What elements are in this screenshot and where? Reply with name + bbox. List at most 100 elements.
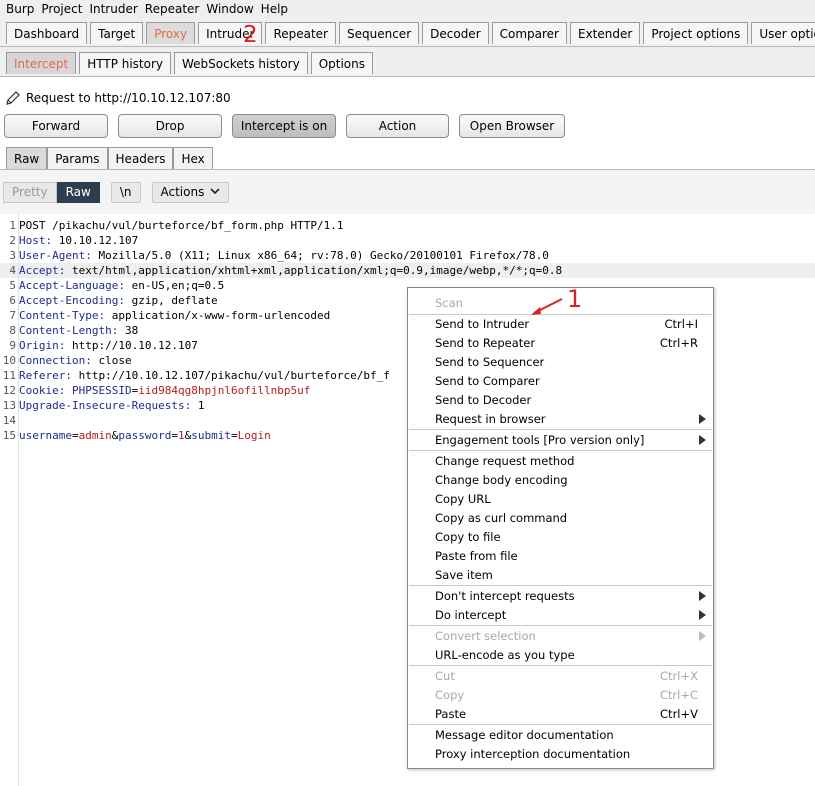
menu-item-url-encode[interactable]: URL-encode as you type [409, 645, 712, 664]
menu-project[interactable]: Project [41, 2, 82, 16]
tab-options[interactable]: Options [310, 52, 373, 74]
context-menu: Scan Send to Intruder Ctrl+I Send to Repe… [407, 287, 714, 769]
raw-button[interactable]: Raw [56, 181, 100, 203]
line-number: 5 [9, 279, 16, 292]
tab-decoder[interactable]: Decoder [422, 22, 489, 44]
header-value: 38 [118, 324, 139, 337]
tab-raw[interactable]: Raw [6, 147, 48, 169]
menu-help[interactable]: Help [261, 2, 288, 16]
menu-item-convert-selection[interactable]: Convert selection [409, 626, 712, 645]
menu-intruder[interactable]: Intruder [89, 2, 137, 16]
actions-dropdown[interactable]: Actions [151, 181, 230, 203]
line-number: 7 [9, 309, 16, 322]
header-value: http://10.10.12.107 [65, 339, 198, 352]
chevron-down-icon [210, 187, 220, 198]
request-info-row: Request to http://10.10.12.107:80 [0, 86, 815, 110]
main-tab-bar: Dashboard Target Proxy Intruder Repeater… [0, 17, 815, 47]
header-name: Connection [19, 354, 86, 367]
submenu-arrow-icon [699, 590, 706, 601]
submenu-arrow-icon [699, 630, 706, 641]
tab-comparer[interactable]: Comparer [491, 22, 567, 44]
tab-user-options[interactable]: User options [751, 22, 815, 44]
header-name: Cookie [19, 384, 59, 397]
header-name: Host [19, 234, 46, 247]
menu-item-do-intercept[interactable]: Do intercept [409, 605, 712, 624]
drop-button[interactable]: Drop [118, 114, 222, 138]
menu-item-copy-to-file[interactable]: Copy to file [409, 527, 712, 546]
header-name: User-Agent [19, 249, 86, 262]
menu-item-save-item[interactable]: Save item [409, 565, 712, 584]
menu-item-message-editor-docs[interactable]: Message editor documentation [409, 725, 712, 744]
header-name: Upgrade-Insecure-Requests [19, 399, 185, 412]
header-name: Referer [19, 369, 66, 382]
menu-item-proxy-interception-docs[interactable]: Proxy interception documentation [409, 744, 712, 763]
tab-project-options[interactable]: Project options [643, 22, 749, 44]
line-number: 4 [9, 264, 16, 277]
menu-burp[interactable]: Burp [6, 2, 34, 16]
pretty-button[interactable]: Pretty [3, 181, 57, 203]
menu-item-paste[interactable]: Paste Ctrl+V [409, 704, 712, 723]
menubar: Burp Project Intruder Repeater Window He… [0, 0, 815, 17]
action-button[interactable]: Action [346, 114, 449, 138]
menu-item-dont-intercept[interactable]: Don't intercept requests [409, 586, 712, 605]
view-mode-toggle: Pretty Raw [3, 181, 100, 203]
open-browser-button[interactable]: Open Browser [459, 114, 565, 138]
tab-sequencer[interactable]: Sequencer [339, 22, 420, 44]
annotation-arrow-icon [531, 298, 563, 315]
tab-intercept[interactable]: Intercept [6, 52, 77, 74]
header-name: Accept [19, 264, 59, 277]
tab-dashboard[interactable]: Dashboard [6, 22, 88, 44]
header-name: Origin [19, 339, 59, 352]
header-value: 10.10.12.107 [52, 234, 139, 247]
tab-headers[interactable]: Headers [107, 147, 174, 169]
tab-target[interactable]: Target [90, 22, 144, 44]
param-name: submit [191, 429, 231, 442]
submenu-arrow-icon [699, 413, 706, 424]
line-number: 10 [2, 354, 16, 367]
tab-params[interactable]: Params [47, 147, 108, 169]
menu-item-send-to-decoder[interactable]: Send to Decoder [409, 390, 712, 409]
line-number: 15 [2, 429, 16, 442]
tab-repeater[interactable]: Repeater [265, 22, 336, 44]
param-name: password [118, 429, 172, 442]
tab-websockets-history[interactable]: WebSockets history [174, 52, 308, 74]
shortcut-label: Ctrl+R [659, 335, 698, 350]
header-value: 1 [191, 399, 205, 412]
header-value: http://10.10.12.107/pikachu/vul/burtefor… [71, 369, 390, 382]
intercept-toggle-button[interactable]: Intercept is on [232, 114, 336, 138]
line-number: 14 [2, 414, 16, 427]
forward-button[interactable]: Forward [4, 114, 108, 138]
menu-item-engagement-tools[interactable]: Engagement tools [Pro version only] [409, 430, 712, 449]
tab-extender[interactable]: Extender [570, 22, 641, 44]
line-number: 3 [9, 249, 16, 262]
header-name: Accept-Encoding [19, 294, 119, 307]
menu-item-copy-as-curl[interactable]: Copy as curl command [409, 508, 712, 527]
shortcut-label: Ctrl+I [664, 316, 699, 331]
shortcut-label: Ctrl+X [660, 668, 698, 683]
param-name: username [19, 429, 72, 442]
menu-item-change-request-method[interactable]: Change request method [409, 451, 712, 470]
editor-line: 1 POST /pikachu/vul/burteforce/bf_form.p… [0, 218, 815, 233]
line-number: 8 [9, 324, 16, 337]
submenu-arrow-icon [699, 434, 706, 445]
menu-repeater[interactable]: Repeater [145, 2, 200, 16]
menu-item-paste-from-file[interactable]: Paste from file [409, 546, 712, 565]
menu-item-send-to-comparer[interactable]: Send to Comparer [409, 371, 712, 390]
menu-window[interactable]: Window [206, 2, 253, 16]
menu-item-send-to-repeater[interactable]: Send to Repeater Ctrl+R [409, 333, 712, 352]
tab-http-history[interactable]: HTTP history [79, 52, 172, 74]
newline-toggle-button[interactable]: \n [110, 181, 141, 203]
menu-item-change-body-encoding[interactable]: Change body encoding [409, 470, 712, 489]
menu-item-copy-url[interactable]: Copy URL [409, 489, 712, 508]
menu-item-send-to-sequencer[interactable]: Send to Sequencer [409, 352, 712, 371]
shortcut-label: Ctrl+V [660, 706, 698, 721]
proxy-sub-tab-bar: Intercept HTTP history WebSockets histor… [0, 47, 815, 77]
tab-hex[interactable]: Hex [173, 147, 213, 169]
tab-proxy[interactable]: Proxy [146, 22, 196, 44]
header-value: application/x-www-form-urlencoded [105, 309, 331, 322]
menu-item-cut[interactable]: Cut Ctrl+X [409, 666, 712, 685]
menu-item-request-in-browser[interactable]: Request in browser [409, 409, 712, 428]
menu-item-copy[interactable]: Copy Ctrl+C [409, 685, 712, 704]
line-number: 11 [2, 369, 16, 382]
header-value: close [91, 354, 132, 367]
